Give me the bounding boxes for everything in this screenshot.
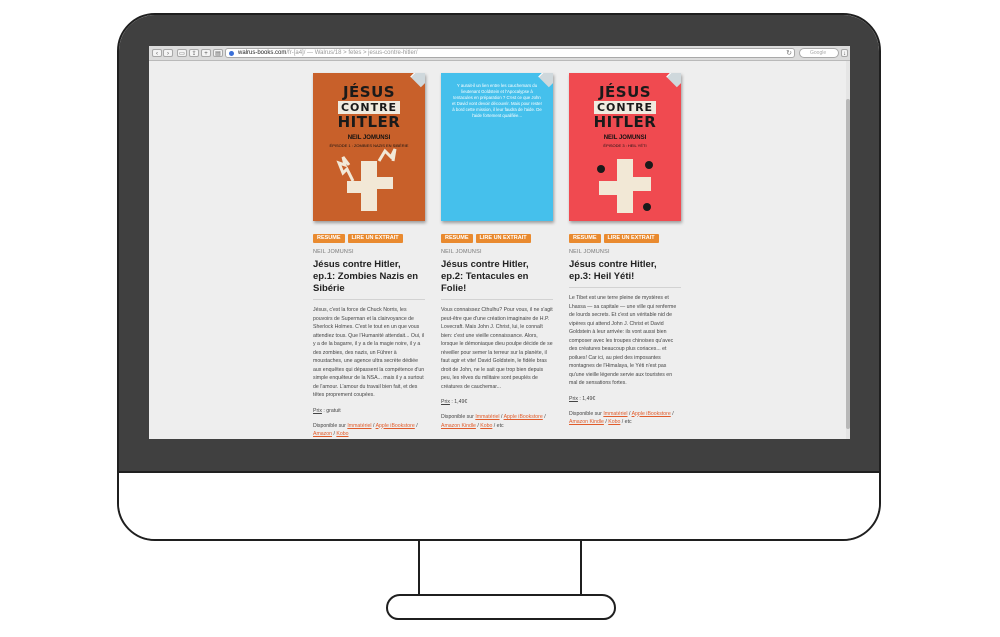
browser-screen: ‹ › ▭ ⇪ + ▤ walrus-books.com/fr-[a4]/ — … xyxy=(149,46,850,439)
availability-label: Disponible sur xyxy=(313,422,348,429)
divider xyxy=(441,299,553,300)
cover-author: NEIL JOMUNSI xyxy=(347,135,391,141)
url-domain: walrus-books.com xyxy=(238,50,287,56)
book-price: Prix : 1,49€ xyxy=(441,399,553,405)
read-excerpt-button[interactable]: LIRE UN EXTRAIT xyxy=(475,234,531,243)
book-title[interactable]: Jésus contre Hitler, ep.3: Heil Yéti! xyxy=(569,259,681,283)
store-link-kobo[interactable]: Kobo xyxy=(480,423,492,429)
book-author: NEIL JOMUNSI xyxy=(441,249,482,255)
book-author: NEIL JOMUNSI xyxy=(313,249,354,255)
price-label: Prix xyxy=(313,407,322,414)
book-cover-2[interactable]: Y aurait-il un lien entre les cauchemars… xyxy=(441,73,553,221)
search-input[interactable]: Google xyxy=(799,48,839,58)
book-description: Le Tibet est une terre pleine de mystère… xyxy=(569,295,677,386)
book-description: Vous connaissez Cthulhu? Pour vous, il n… xyxy=(441,307,553,390)
store-link-amazon[interactable]: Amazon Kindle xyxy=(441,423,476,429)
book-price: Prix : gratuit xyxy=(313,408,425,414)
cover-title-line1: JÉSUS xyxy=(598,83,652,101)
read-excerpt-button[interactable]: LIRE UN EXTRAIT xyxy=(347,234,403,243)
divider xyxy=(313,299,425,300)
store-link-immateriel[interactable]: Immatériel xyxy=(347,423,371,429)
store-link-amazon[interactable]: Amazon Kindle xyxy=(569,419,604,425)
address-bar[interactable]: walrus-books.com/fr-[a4]/ — Walrus/18 > … xyxy=(225,48,795,58)
cover-episode: ÉPISODE 3 : HEIL YÉTI xyxy=(603,143,647,148)
summary-button[interactable]: RESUME xyxy=(313,234,345,243)
site-icon xyxy=(229,51,234,56)
book-tags: RESUME LIRE UN EXTRAIT xyxy=(313,234,425,243)
book-tags: RESUME LIRE UN EXTRAIT xyxy=(569,234,681,243)
availability-label: Disponible sur xyxy=(441,414,476,420)
availability: Disponible sur Immatériel / Apple iBooks… xyxy=(441,414,546,429)
book-title[interactable]: Jésus contre Hitler, ep.1: Zombies Nazis… xyxy=(313,259,425,295)
price-value: : gratuit xyxy=(321,407,341,414)
price-value: : 1,49€ xyxy=(577,395,596,402)
availability-tail: / etc xyxy=(492,422,504,429)
book-cover-3[interactable]: JÉSUS CONTRE HITLER NEIL JOMUNSI ÉPISODE… xyxy=(569,73,681,221)
browser-toolbar: ‹ › ▭ ⇪ + ▤ walrus-books.com/fr-[a4]/ — … xyxy=(149,46,850,61)
cover-teaser: Y aurait-il un lien entre les cauchemars… xyxy=(451,83,543,118)
summary-button[interactable]: RESUME xyxy=(441,234,473,243)
availability-tail: / etc xyxy=(620,419,632,425)
sidebar-icon[interactable]: ▭ xyxy=(177,49,187,57)
cover-title-line1: JÉSUS xyxy=(342,83,396,101)
scrollbar-thumb[interactable] xyxy=(846,99,850,429)
store-link-kobo[interactable]: Kobo xyxy=(336,431,348,437)
book-description: Jésus, c'est la force de Chuck Norris, l… xyxy=(313,307,425,398)
store-link-kobo[interactable]: Kobo xyxy=(608,419,620,425)
price-label: Prix xyxy=(569,395,578,402)
summary-button[interactable]: RESUME xyxy=(569,234,601,243)
availability: Disponible sur Immatériel / Apple iBooks… xyxy=(313,422,418,438)
reload-icon[interactable]: ↻ xyxy=(786,50,792,57)
availability-label: Disponible sur xyxy=(569,410,604,417)
forward-icon[interactable]: › xyxy=(163,49,173,57)
book-price: Prix : 1,49€ xyxy=(569,396,681,402)
book-title[interactable]: Jésus contre Hitler, ep.2: Tentacules en… xyxy=(441,259,553,295)
back-icon[interactable]: ‹ xyxy=(152,49,162,57)
store-link-immateriel[interactable]: Immatériel xyxy=(603,411,627,417)
url-path: /fr-[a4]/ — Walrus/18 > fetes > jesus-co… xyxy=(286,50,418,56)
availability: Disponible sur Immatériel / Apple iBooks… xyxy=(569,410,674,426)
book-author: NEIL JOMUNSI xyxy=(569,249,610,255)
price-value: : 1,49€ xyxy=(449,399,468,405)
monitor-chin xyxy=(119,471,879,539)
price-label: Prix xyxy=(441,399,450,405)
book-card-1: JÉSUS CONTRE HITLER NEIL JOMUNSI ÉPISODE… xyxy=(313,73,425,439)
divider xyxy=(569,287,681,288)
download-icon[interactable]: ↓ xyxy=(841,49,848,57)
book-tags: RESUME LIRE UN EXTRAIT xyxy=(441,234,553,243)
cover-author: NEIL JOMUNSI xyxy=(603,135,647,141)
tabs-icon[interactable]: ▤ xyxy=(213,49,223,57)
cover-title-line3: HITLER xyxy=(593,113,657,131)
page-scrollbar[interactable] xyxy=(846,61,850,439)
book-cover-1[interactable]: JÉSUS CONTRE HITLER NEIL JOMUNSI ÉPISODE… xyxy=(313,73,425,221)
monitor-stand-base xyxy=(386,594,616,620)
store-link-apple[interactable]: Apple iBookstore xyxy=(376,423,415,429)
store-link-immateriel[interactable]: Immatériel xyxy=(475,414,499,420)
monitor-stand-neck xyxy=(418,541,582,597)
cover-episode: ÉPISODE 1 : ZOMBIES NAZIS EN SIBÉRIE xyxy=(329,143,409,148)
store-link-apple[interactable]: Apple iBookstore xyxy=(632,411,671,417)
book-card-3: JÉSUS CONTRE HITLER NEIL JOMUNSI ÉPISODE… xyxy=(569,73,681,427)
store-link-apple[interactable]: Apple iBookstore xyxy=(504,414,543,420)
read-excerpt-button[interactable]: LIRE UN EXTRAIT xyxy=(603,234,659,243)
share-icon[interactable]: ⇪ xyxy=(189,49,199,57)
book-card-2: Y aurait-il un lien entre les cauchemars… xyxy=(441,73,553,430)
store-link-amazon[interactable]: Amazon xyxy=(313,431,332,437)
bookmark-icon[interactable]: + xyxy=(201,49,211,57)
cover-title-line3: HITLER xyxy=(337,113,401,131)
